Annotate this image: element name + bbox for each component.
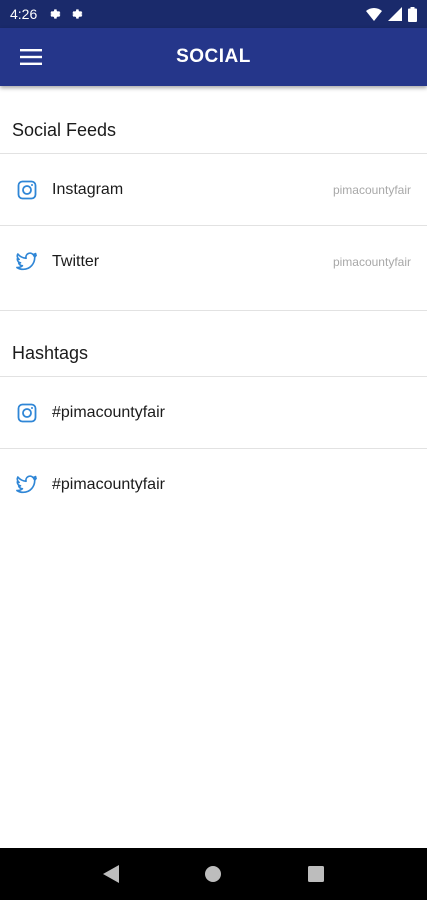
hashtag-twitter[interactable]: #pimacountyfair <box>0 449 427 521</box>
hamburger-menu-icon <box>20 49 42 65</box>
back-icon <box>103 865 120 883</box>
settings-gear-icon <box>72 9 83 19</box>
social-content: Social Feeds Instagram pimacountyfair Tw… <box>0 86 427 521</box>
wifi-icon <box>366 8 382 21</box>
home-button[interactable] <box>198 859 228 889</box>
signal-icon <box>388 7 402 21</box>
instagram-icon <box>16 179 38 201</box>
social-feeds-header: Social Feeds <box>0 86 427 154</box>
hashtag-twitter-label: #pimacountyfair <box>52 476 165 493</box>
recents-button[interactable] <box>301 859 331 889</box>
twitter-icon <box>16 474 38 496</box>
status-bar: 4:26 <box>0 0 427 28</box>
twitter-icon <box>16 251 38 273</box>
system-nav-bar <box>0 848 427 900</box>
social-feed-instagram[interactable]: Instagram pimacountyfair <box>0 154 427 226</box>
settings-gear-icon <box>50 9 61 19</box>
app-bar: SOCIAL <box>0 28 427 86</box>
twitter-handle: pimacountyfair <box>332 255 411 269</box>
status-time: 4:26 <box>10 6 38 22</box>
home-icon <box>205 866 222 882</box>
instagram-label: Instagram <box>52 180 124 198</box>
social-feed-twitter[interactable]: Twitter pimacountyfair <box>0 226 427 298</box>
hashtags-header: Hashtags <box>0 310 427 377</box>
recents-icon <box>307 866 324 882</box>
hashtag-instagram[interactable]: #pimacountyfair <box>0 377 427 449</box>
battery-icon <box>408 6 417 22</box>
menu-button[interactable] <box>14 42 48 72</box>
back-button[interactable] <box>96 859 126 889</box>
page-title: SOCIAL <box>176 46 251 67</box>
twitter-label: Twitter <box>52 253 100 270</box>
hashtag-instagram-label: #pimacountyfair <box>52 403 165 421</box>
instagram-handle: pimacountyfair <box>332 182 411 197</box>
instagram-icon <box>16 402 38 424</box>
